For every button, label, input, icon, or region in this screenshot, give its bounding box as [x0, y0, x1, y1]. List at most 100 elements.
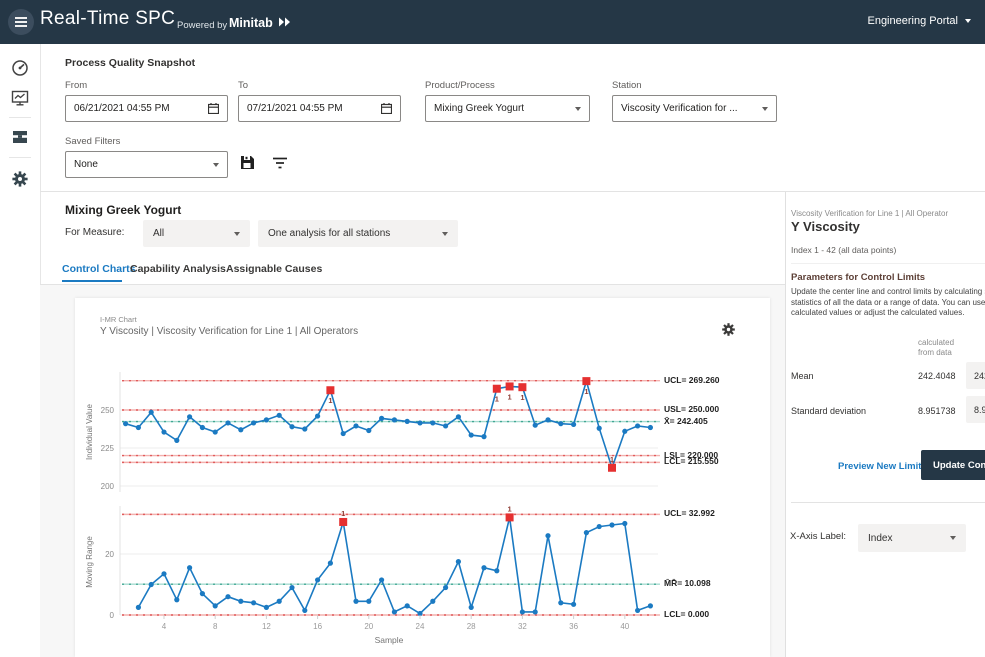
update-control-limits-button[interactable]: Update Control Limits	[921, 450, 985, 480]
data-point	[533, 423, 538, 428]
mean-calculated-value: 242.4048	[918, 371, 956, 381]
x-tick-label: 20	[364, 622, 373, 631]
data-point	[597, 524, 602, 529]
from-date-value[interactable]	[74, 103, 208, 114]
flag-label: 1	[341, 509, 345, 518]
data-point	[405, 419, 410, 424]
sidebar-item-dashboard[interactable]	[11, 59, 29, 77]
for-measure-label: For Measure:	[65, 227, 124, 238]
active-tab-indicator	[62, 280, 122, 282]
from-label: From	[65, 80, 87, 91]
sidebar-item-monitoring[interactable]	[11, 89, 29, 107]
sidebar-item-data-storage[interactable]	[11, 128, 29, 146]
data-point	[225, 420, 230, 425]
brand-name: Minitab	[229, 16, 273, 30]
sidebar-divider	[9, 157, 31, 158]
data-point	[366, 428, 371, 433]
panel-title: Y Viscosity	[791, 219, 860, 234]
from-date-input[interactable]	[65, 95, 228, 122]
flagged-point	[506, 513, 514, 521]
calculated-col-header: calculated	[918, 338, 954, 347]
preview-new-limits-link[interactable]: Preview New Limits	[838, 461, 927, 472]
chevron-down-icon	[762, 107, 768, 111]
chevron-down-icon	[950, 536, 956, 540]
data-point	[648, 603, 653, 608]
tab-capability-analysis[interactable]: Capability Analysis	[130, 263, 226, 275]
mean-input[interactable]	[966, 362, 985, 389]
data-point	[213, 429, 218, 434]
std-calculated-value: 8.951738	[918, 406, 956, 416]
station-label: Station	[612, 80, 642, 91]
tab-control-charts[interactable]: Control Charts	[62, 263, 136, 275]
process-title: Mixing Greek Yogurt	[65, 203, 181, 217]
imr-chart-area: 250225200111111Individual Value20011Movi…	[80, 360, 770, 652]
filter-button[interactable]	[272, 157, 288, 175]
data-point	[328, 561, 333, 566]
gauge-icon	[11, 59, 29, 77]
x-tick-label: 8	[213, 622, 218, 631]
x-tick-label: 32	[518, 622, 527, 631]
data-point	[456, 414, 461, 419]
data-point	[405, 603, 410, 608]
product-label: Product/Process	[425, 80, 495, 91]
hamburger-menu-icon[interactable]	[8, 9, 34, 35]
flag-label: 1	[610, 455, 614, 464]
data-point	[481, 434, 486, 439]
to-date-value[interactable]	[247, 103, 381, 114]
data-point	[123, 421, 128, 426]
sidebar-item-settings[interactable]	[11, 170, 29, 188]
data-point	[392, 609, 397, 614]
y-tick-label: 20	[105, 550, 114, 559]
data-point	[174, 597, 179, 602]
panel-index-range: Index 1 - 42 (all data points)	[791, 245, 896, 255]
data-point	[430, 420, 435, 425]
data-point	[149, 582, 154, 587]
chevron-down-icon	[965, 19, 971, 23]
data-point	[494, 568, 499, 573]
x-tick-label: 36	[569, 622, 578, 631]
data-point	[520, 609, 525, 614]
flagged-point	[339, 518, 347, 526]
archive-box-icon	[11, 128, 29, 146]
mean-label: Mean	[791, 371, 814, 381]
save-icon	[240, 155, 255, 170]
flagged-point	[582, 377, 590, 385]
data-point	[443, 585, 448, 590]
data-point	[251, 600, 256, 605]
xaxis-select[interactable]: Index	[858, 524, 966, 552]
measure-value: All	[153, 228, 164, 239]
sidebar-divider	[9, 117, 31, 118]
saved-filters-select[interactable]: None	[65, 151, 228, 178]
save-filter-button[interactable]	[240, 155, 255, 175]
minitab-logo-icon	[278, 17, 291, 27]
data-point	[264, 605, 269, 610]
data-point	[187, 414, 192, 419]
section-divider	[40, 191, 985, 192]
measure-select[interactable]: All	[143, 220, 250, 247]
station-select[interactable]: Viscosity Verification for ...	[612, 95, 777, 122]
data-point	[456, 559, 461, 564]
product-select[interactable]: Mixing Greek Yogurt	[425, 95, 590, 122]
gear-icon	[721, 322, 736, 337]
analysis-select[interactable]: One analysis for all stations	[258, 220, 458, 247]
chart-settings-button[interactable]	[721, 322, 736, 342]
std-label: Standard deviation	[791, 406, 866, 416]
tab-assignable-causes[interactable]: Assignable Causes	[226, 263, 322, 275]
data-point	[341, 431, 346, 436]
flagged-point	[326, 386, 334, 394]
analysis-value: One analysis for all stations	[268, 228, 390, 239]
to-date-input[interactable]	[238, 95, 401, 122]
calculated-col-header: from data	[918, 348, 952, 357]
portal-selector[interactable]: Engineering Portal	[867, 15, 971, 27]
data-point	[609, 522, 614, 527]
data-point	[648, 425, 653, 430]
std-input[interactable]	[966, 396, 985, 423]
saved-filters-value: None	[74, 159, 98, 170]
station-value: Viscosity Verification for ...	[621, 103, 738, 114]
data-point	[558, 600, 563, 605]
flag-label: 1	[508, 504, 512, 513]
flag-label: 1	[508, 392, 512, 401]
panel-subtitle: Viscosity Verification for Line 1 | All …	[791, 209, 948, 218]
xaxis-label: X-Axis Label:	[790, 531, 846, 542]
data-point	[200, 425, 205, 430]
